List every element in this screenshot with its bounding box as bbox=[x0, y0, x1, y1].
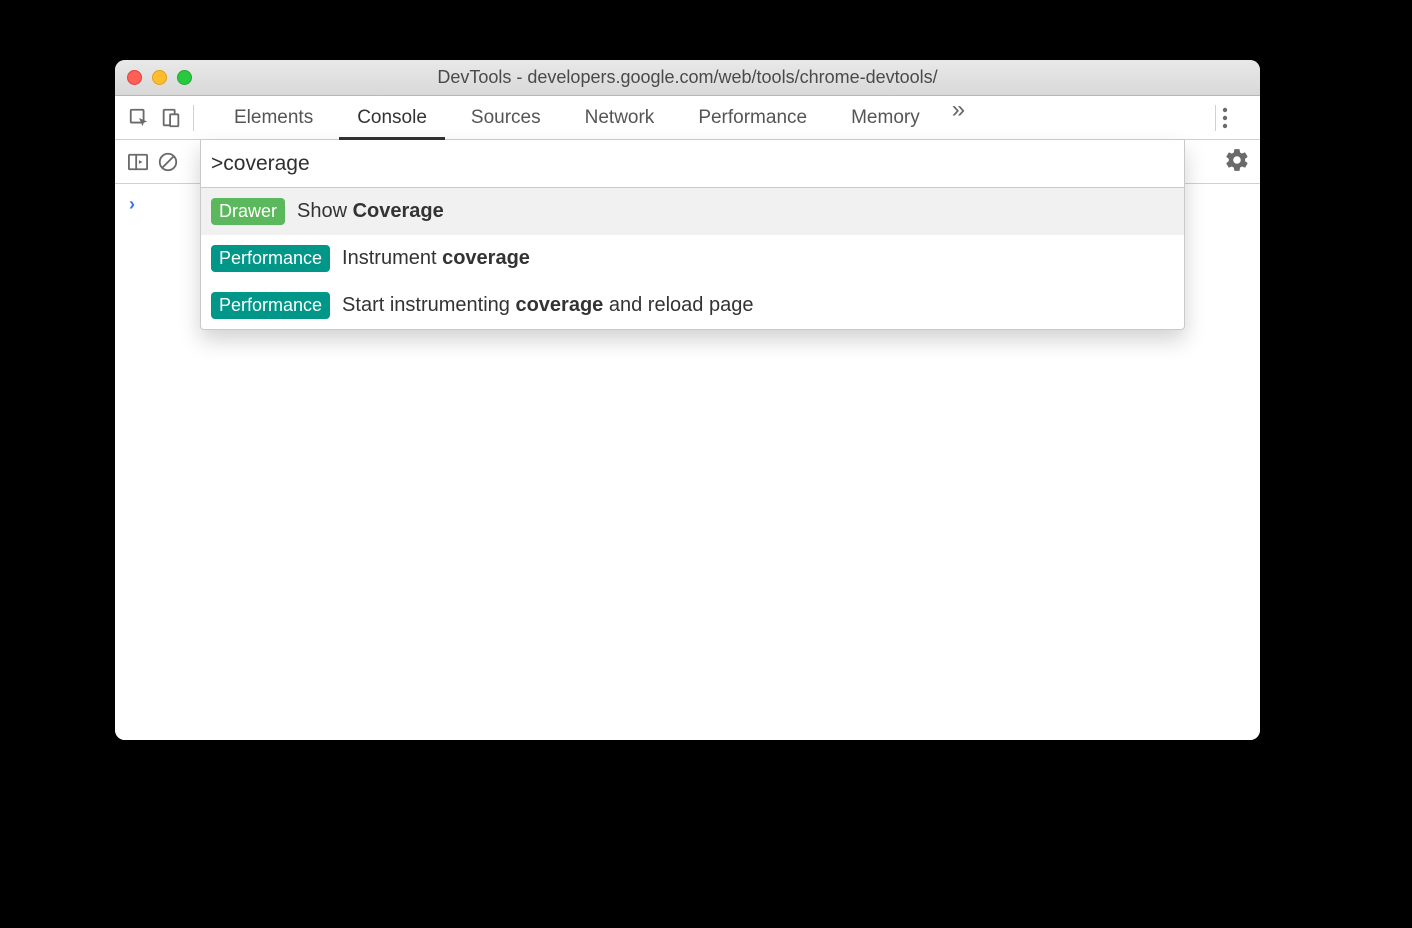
command-menu-input[interactable] bbox=[211, 152, 1174, 176]
command-menu-item[interactable]: Performance Start instrumenting coverage… bbox=[201, 282, 1184, 329]
tab-elements[interactable]: Elements bbox=[212, 96, 335, 139]
command-menu-list: Drawer Show Coverage Performance Instrum… bbox=[201, 188, 1184, 329]
command-badge: Performance bbox=[211, 292, 330, 319]
tab-label: Memory bbox=[851, 107, 920, 129]
window-title: DevTools - developers.google.com/web/too… bbox=[115, 67, 1260, 88]
command-menu-input-row bbox=[201, 140, 1184, 188]
tab-console[interactable]: Console bbox=[335, 96, 449, 139]
command-badge: Performance bbox=[211, 245, 330, 272]
tab-memory[interactable]: Memory bbox=[829, 96, 942, 139]
command-menu-item[interactable]: Drawer Show Coverage bbox=[201, 188, 1184, 235]
devtools-window: DevTools - developers.google.com/web/too… bbox=[115, 60, 1260, 740]
panel-tabs: Elements Console Sources Network Perform… bbox=[212, 96, 1209, 139]
console-prompt-caret: › bbox=[129, 194, 135, 215]
tabs-overflow-button[interactable]: » bbox=[942, 96, 975, 139]
close-window-button[interactable] bbox=[127, 70, 142, 85]
device-toggle-icon[interactable] bbox=[157, 104, 185, 132]
inspect-element-icon[interactable] bbox=[125, 104, 153, 132]
tab-label: Sources bbox=[471, 107, 541, 129]
command-text: Instrument coverage bbox=[342, 247, 530, 270]
toolbar-divider bbox=[1215, 105, 1216, 131]
clear-console-icon[interactable] bbox=[153, 147, 183, 177]
command-text: Start instrumenting coverage and reload … bbox=[342, 294, 753, 317]
main-toolbar: Elements Console Sources Network Perform… bbox=[115, 96, 1260, 140]
settings-menu-button[interactable] bbox=[1222, 107, 1252, 129]
tab-sources[interactable]: Sources bbox=[449, 96, 563, 139]
command-badge: Drawer bbox=[211, 198, 285, 225]
tab-label: Elements bbox=[234, 107, 313, 129]
console-sidebar-toggle-icon[interactable] bbox=[123, 147, 153, 177]
tab-label: Network bbox=[585, 107, 655, 129]
tab-label: Performance bbox=[698, 107, 807, 129]
minimize-window-button[interactable] bbox=[152, 70, 167, 85]
command-text: Show Coverage bbox=[297, 200, 444, 223]
command-menu-item[interactable]: Performance Instrument coverage bbox=[201, 235, 1184, 282]
titlebar: DevTools - developers.google.com/web/too… bbox=[115, 60, 1260, 96]
tab-label: Console bbox=[357, 107, 427, 129]
window-controls bbox=[127, 70, 192, 85]
tab-network[interactable]: Network bbox=[563, 96, 677, 139]
zoom-window-button[interactable] bbox=[177, 70, 192, 85]
console-settings-icon[interactable] bbox=[1224, 147, 1250, 173]
command-menu: Drawer Show Coverage Performance Instrum… bbox=[200, 140, 1185, 330]
toolbar-divider bbox=[193, 105, 194, 131]
overflow-glyph: » bbox=[952, 96, 965, 123]
tab-performance[interactable]: Performance bbox=[676, 96, 829, 139]
